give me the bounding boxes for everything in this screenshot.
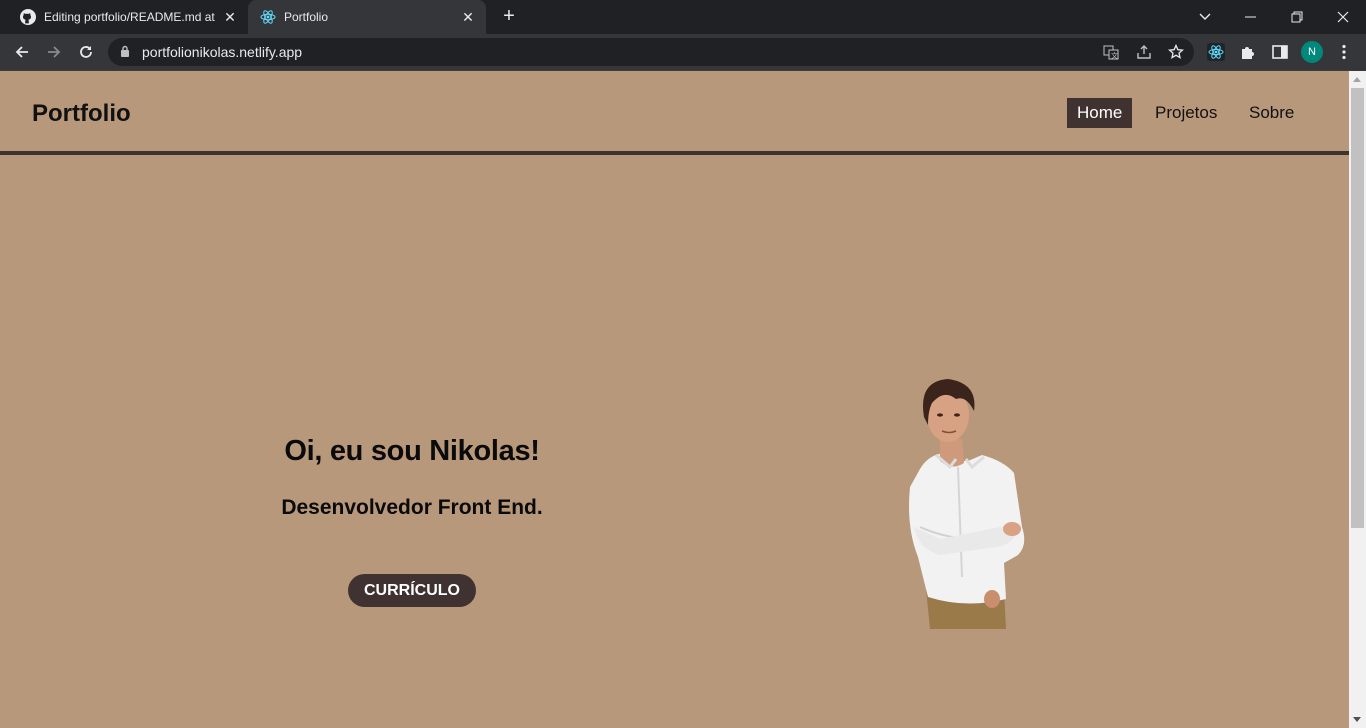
site-brand[interactable]: Portfolio (32, 100, 131, 128)
page-scrollbar[interactable] (1349, 71, 1366, 728)
react-icon (260, 10, 276, 24)
lock-icon (121, 45, 129, 57)
react-devtools-icon[interactable] (1207, 43, 1225, 61)
close-tab-icon[interactable]: ✕ (220, 7, 240, 27)
nav-link-home[interactable]: Home (1067, 98, 1133, 128)
scroll-up-arrow-icon[interactable] (1353, 77, 1361, 82)
bookmark-star-icon[interactable] (1168, 44, 1184, 60)
profile-avatar[interactable]: N (1301, 41, 1323, 63)
reload-icon (80, 46, 92, 58)
profile-photo (909, 379, 1025, 629)
github-icon (20, 9, 36, 25)
web-page: Portfolio Home Projetos Sobre Oi, eu sou… (0, 71, 1349, 728)
nav-link-projetos[interactable]: Projetos (1145, 98, 1227, 128)
hero-subtitle: Desenvolvedor Front End. (281, 496, 543, 519)
reload-button[interactable] (72, 38, 100, 66)
tab-portfolio[interactable]: Portfolio ✕ (248, 0, 486, 34)
scroll-down-arrow-icon[interactable] (1353, 717, 1361, 722)
minimize-window-button[interactable] (1228, 0, 1274, 34)
forward-button[interactable] (40, 38, 68, 66)
arrow-left-icon (15, 46, 28, 58)
svg-text:文: 文 (1111, 51, 1118, 60)
tab-search-icon[interactable] (1182, 0, 1228, 34)
new-tab-button[interactable]: + (498, 6, 520, 28)
share-icon[interactable] (1136, 44, 1152, 60)
address-bar[interactable]: portfolionikolas.netlify.app 文 (108, 38, 1194, 66)
tab-github-readme[interactable]: Editing portfolio/README.md at ✕ (8, 0, 248, 34)
site-header: Portfolio Home Projetos Sobre (0, 71, 1349, 155)
tab-title: Portfolio (284, 10, 329, 24)
hero-title: Oi, eu sou Nikolas! (284, 435, 540, 467)
nav-link-sobre[interactable]: Sobre (1239, 98, 1304, 128)
tab-title: Editing portfolio/README.md at (44, 10, 215, 24)
close-window-button[interactable] (1320, 0, 1366, 34)
side-panel-icon[interactable] (1271, 43, 1289, 61)
restore-window-button[interactable] (1274, 0, 1320, 34)
back-button[interactable] (8, 38, 36, 66)
scrollbar-thumb[interactable] (1351, 88, 1364, 528)
more-menu-icon[interactable] (1335, 43, 1353, 61)
translate-icon[interactable]: 文 (1103, 44, 1119, 60)
browser-toolbar: portfolionikolas.netlify.app 文 N (0, 34, 1366, 71)
browser-tabstrip: Editing portfolio/README.md at ✕ Portfol… (0, 0, 1366, 34)
curriculo-button[interactable]: CURRÍCULO (348, 574, 476, 607)
close-tab-icon[interactable]: ✕ (458, 7, 478, 27)
arrow-right-icon (48, 46, 61, 58)
extensions-puzzle-icon[interactable] (1239, 43, 1257, 61)
url-text: portfolionikolas.netlify.app (142, 44, 303, 60)
